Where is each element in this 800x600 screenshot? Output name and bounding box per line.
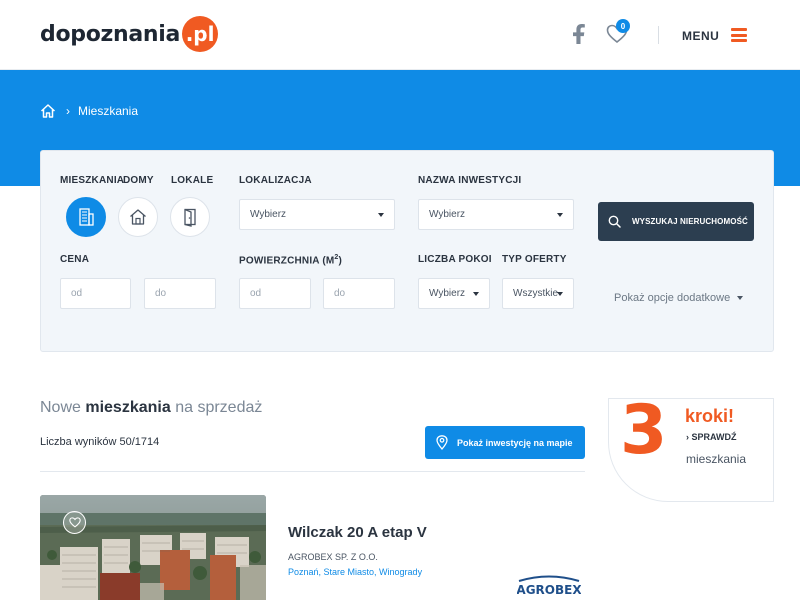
type-button-lokale[interactable] — [170, 197, 210, 237]
house-icon — [130, 209, 146, 225]
listing-developer[interactable]: AGROBEX SP. Z O.O. — [288, 552, 378, 562]
show-on-map-label: Pokaż inwestycję na mapie — [457, 437, 573, 448]
map-pin-icon — [436, 435, 448, 450]
facebook-icon[interactable] — [572, 24, 588, 44]
type-label-lokale: LOKALE — [171, 175, 214, 186]
location-select[interactable]: Wybierz — [239, 199, 395, 230]
site-logo[interactable]: dopoznania .pl — [40, 16, 219, 52]
breadcrumb-current[interactable]: Mieszkania — [78, 104, 138, 118]
results-divider — [40, 471, 585, 472]
offer-type-select-value: Wszystkie — [513, 288, 558, 299]
menu-label[interactable]: MENU — [682, 29, 719, 43]
chevron-down-icon — [557, 292, 563, 296]
listing-location[interactable]: Poznań, Stare Miasto, Winogrady — [288, 567, 422, 577]
area-from-input[interactable]: od — [239, 278, 311, 309]
rooms-select[interactable]: Wybierz — [418, 278, 490, 309]
search-button-label: WYSZUKAJ NIERUCHOMOŚĆ — [632, 217, 748, 226]
logo-badge: .pl — [182, 16, 219, 52]
location-select-value: Wybierz — [250, 209, 287, 220]
price-label: CENA — [60, 254, 90, 265]
promo-link[interactable]: › SPRAWDŹ — [686, 432, 737, 442]
price-from-input[interactable]: od — [60, 278, 131, 309]
investment-label: NAZWA INWESTYCJI — [418, 175, 522, 186]
more-options-label: Pokaż opcje dodatkowe — [614, 292, 731, 304]
rooms-select-value: Wybierz — [429, 288, 466, 299]
chevron-down-icon — [378, 213, 384, 217]
promo-title: kroki! — [685, 406, 735, 426]
type-label-domy: DOMY — [123, 175, 154, 186]
results-count: Liczba wyników 50/1714 — [40, 436, 160, 448]
area-label: POWIERZCHNIA (M2) — [239, 254, 343, 267]
promo-subtitle: mieszkania — [686, 452, 747, 466]
search-button[interactable]: WYSZUKAJ NIERUCHOMOŚĆ — [598, 202, 754, 241]
chevron-right-icon: › — [66, 104, 70, 118]
building-icon — [79, 208, 94, 226]
chevron-down-icon — [737, 296, 744, 300]
promo-number: 3 — [620, 391, 668, 470]
offer-type-select[interactable]: Wszystkie — [502, 278, 574, 309]
heart-icon — [68, 517, 81, 528]
header-divider — [658, 26, 659, 44]
door-icon — [184, 208, 196, 227]
favorites-count-badge: 0 — [616, 19, 630, 33]
listing-title[interactable]: Wilczak 20 A etap V — [288, 524, 427, 541]
home-icon[interactable] — [40, 103, 56, 119]
offer-type-label: TYP OFERTY — [502, 254, 567, 265]
chevron-down-icon — [557, 213, 563, 217]
type-button-domy[interactable] — [118, 197, 158, 237]
show-on-map-button[interactable]: Pokaż inwestycję na mapie — [425, 426, 585, 459]
breadcrumb: › Mieszkania — [40, 103, 138, 119]
listing-favorite-button[interactable] — [63, 511, 86, 534]
hamburger-icon[interactable] — [731, 28, 747, 42]
agrobex-logo: AGROBEX — [517, 575, 581, 597]
type-button-mieszkania[interactable] — [66, 197, 106, 237]
area-to-input[interactable]: do — [323, 278, 395, 309]
type-label-mieszkania: MIESZKANIA — [60, 175, 125, 186]
rooms-label: LICZBA POKOI — [418, 254, 492, 265]
site-header: dopoznania .pl 0 MENU — [0, 0, 800, 70]
svg-text:AGROBEX: AGROBEX — [517, 583, 581, 597]
more-options-toggle[interactable]: Pokaż opcje dodatkowe — [614, 292, 744, 304]
location-label: LOKALIZACJA — [239, 175, 312, 186]
investment-select[interactable]: Wybierz — [418, 199, 574, 230]
results-title: Nowe mieszkania na sprzedaż — [40, 399, 263, 416]
developer-logo[interactable]: AGROBEX — [517, 572, 581, 600]
investment-select-value: Wybierz — [429, 209, 466, 220]
logo-text: dopoznania — [40, 21, 181, 47]
chevron-down-icon — [473, 292, 479, 296]
search-icon — [608, 215, 621, 228]
price-to-input[interactable]: do — [144, 278, 216, 309]
